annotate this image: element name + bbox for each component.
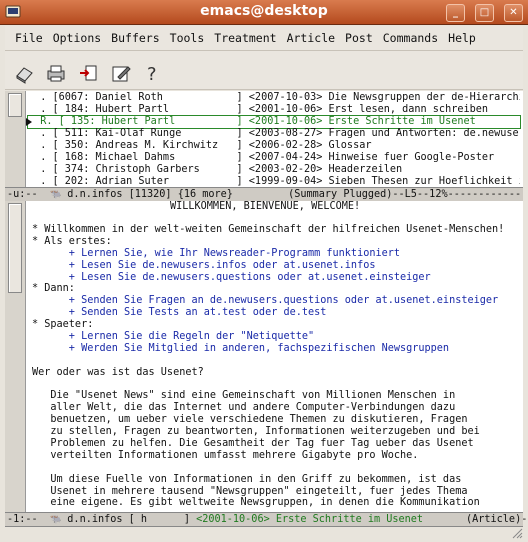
article-subject: Erste Schritte im Usenet [275,514,424,525]
minimize-button[interactable]: _ [446,4,465,22]
menu-item-commands[interactable]: Commands [378,26,443,50]
summary-line[interactable]: . [ 374: Christoph Garbers ] <2003-02-20… [28,164,520,176]
gnus-icon-2: 🐃 [49,515,62,525]
menu-item-buffers[interactable]: Buffers [106,26,164,50]
menu-item-treatment[interactable]: Treatment [209,26,281,50]
article-scrollbar[interactable] [5,201,26,512]
article-line [32,355,504,367]
article-line: + Lesen Sie de.newusers.infos oder at.us… [32,259,376,271]
article-line: * Willkommen in der welt-weiten Gemeinsc… [32,224,505,235]
maximize-button[interactable]: □ [475,4,494,22]
summary-mode-line: -u:-- 🐃 d.n.infos [11320] {16 more} (Sum… [5,187,523,202]
article-line: + Lernen Sie, wie Ihr Newsreader-Program… [32,247,401,259]
summary-line[interactable]: . [ 511: Kai-Olaf Runge ] <2003-08-27> F… [28,128,520,140]
mode-info-2: (Article)--L2 [465,514,528,525]
menu-item-article[interactable]: Article [282,26,340,50]
menu-item-options[interactable]: Options [48,26,106,50]
post-icon[interactable] [78,62,100,84]
article-line: Usenet in mehrere tausend "Newsgruppen" … [32,485,468,497]
article-line: + Lesen Sie de.newusers.questions oder a… [32,271,431,283]
mode-status-2: -1:-- [7,514,50,525]
gnus-icon: 🐃 [49,190,62,200]
title-bar: emacs@desktop _ □ ✕ [0,0,528,25]
article-line: benuetzen, um ueber viele verschiedene T… [32,414,468,426]
menu-item-tools[interactable]: Tools [165,26,210,50]
article-line [32,379,504,391]
exit-icon[interactable] [13,62,35,84]
summary-line[interactable]: . [6067: Daniel Roth ] <2007-10-03> Die … [28,92,520,104]
summary-line[interactable]: . [ 350: Andreas M. Kirchwitz ] <2006-02… [28,140,520,152]
toolbar: ? [5,51,523,90]
summary-scroll-thumb[interactable] [8,93,22,117]
article-line: zu stellen, Fragen zu beantworten, Infor… [32,426,480,438]
article-body: * Willkommen in der welt-weiten Gemeinsc… [32,224,504,509]
mode-info: {16 more} (Summary Plugged)--L5--12%----… [171,189,522,200]
summary-line[interactable]: . [ 168: Michael Dahms ] <2007-04-24> Hi… [28,152,520,164]
summary-line[interactable]: R. [ 135: Hubert Partl ] <2001-10-06> Er… [27,115,521,129]
article-line: Die "Usenet News" sind eine Gemeinschaft… [32,390,456,402]
article-line: * Spaeter: [32,319,94,331]
menu-item-help[interactable]: Help [443,26,481,50]
summary-line[interactable]: . [ 184: Hubert Partl ] <2001-10-06> Ers… [28,104,520,116]
article-scroll-thumb[interactable] [8,203,22,293]
emacs-window: emacs@desktop _ □ ✕ File Options Buffers To… [0,0,528,542]
mode-status: -u:-- [7,189,50,200]
article-line: + Senden Sie Fragen an de.newusers.quest… [32,295,499,307]
print-icon[interactable] [45,62,67,84]
menu-item-file[interactable]: File [5,26,48,50]
article-line: * Als erstes: [32,235,112,247]
resize-grip-icon[interactable] [509,525,523,539]
current-article-arrow-icon [26,118,32,126]
article-line: Um diese Fuelle von Informationen in den… [32,473,462,485]
article-line: + Lernen Sie die Regeln der "Netiquette" [32,331,315,343]
help-icon[interactable]: ? [142,62,164,84]
article-line: eine eigene. Es gibt weltweite Newsgrupp… [32,497,480,509]
edit-icon[interactable] [110,62,132,84]
article-line: aller Welt, die das Internet und andere … [32,402,456,414]
article-line: + Werden Sie Mitglied in anderen, fachsp… [32,342,450,354]
article-line: Wer oder was ist das Usenet? [32,366,204,378]
summary-scrollbar[interactable] [5,91,26,187]
article-heading: WILLKOMMEN, BIENVENUE, WELCOME! [170,201,361,212]
buffer-name[interactable]: d.n.infos [11320] [67,189,171,200]
article-line: verteilten Informationen umfasst mehrere… [32,449,419,461]
svg-text:?: ? [147,64,157,84]
article-line: * Dann: [32,283,75,295]
buffer-name-2[interactable]: d.n.infos [ h ] [67,514,190,525]
close-button[interactable]: ✕ [504,4,523,22]
menu-item-post[interactable]: Post [340,26,378,50]
article-line: + Senden Sie Tests an at.test oder de.te… [32,307,327,319]
article-mode-line: -1:-- 🐃 d.n.infos [ h ] <2001-10-06> Ers… [5,512,528,527]
menu-bar: File Options Buffers Tools Treatment Article P… [5,26,523,51]
article-line [32,462,504,474]
article-line: Problemen zu helfen. Die Gesamtheit der … [32,438,474,450]
article-date: <2001-10-06> [196,514,270,525]
